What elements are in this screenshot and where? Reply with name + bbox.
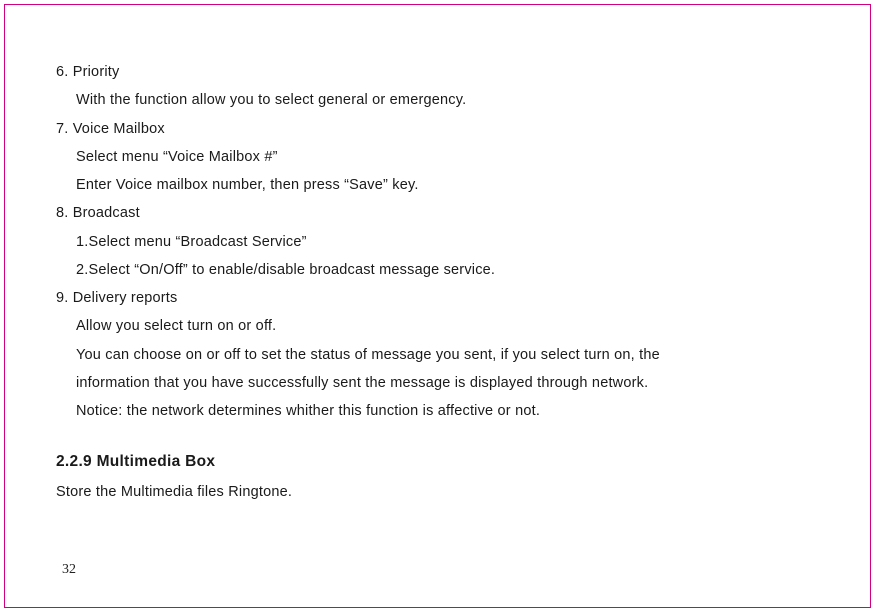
item-line: Select menu “Voice Mailbox #” (56, 143, 835, 171)
item-line: information that you have successfully s… (56, 369, 835, 397)
list-item: 8. Broadcast 1.Select menu “Broadcast Se… (56, 199, 835, 284)
section-heading: 2.2.9 Multimedia Box (56, 447, 835, 477)
item-line: Notice: the network determines whither t… (56, 397, 835, 425)
section-body: Store the Multimedia files Ringtone. (56, 478, 835, 506)
item-line: 2.Select “On/Off” to enable/disable broa… (56, 256, 835, 284)
item-header: 6. Priority (56, 58, 835, 86)
item-line: 1.Select menu “Broadcast Service” (56, 228, 835, 256)
page-number: 32 (62, 562, 76, 578)
item-header: 9. Delivery reports (56, 284, 835, 312)
item-line: Allow you select turn on or off. (56, 312, 835, 340)
item-title: Broadcast (73, 205, 140, 221)
item-title: Delivery reports (73, 290, 178, 306)
item-header: 7. Voice Mailbox (56, 115, 835, 143)
item-line: With the function allow you to select ge… (56, 86, 835, 114)
item-line: Enter Voice mailbox number, then press “… (56, 171, 835, 199)
list-item: 6. Priority With the function allow you … (56, 58, 835, 115)
document-content: 6. Priority With the function allow you … (56, 58, 835, 506)
list-item: 9. Delivery reports Allow you select tur… (56, 284, 835, 425)
item-line: You can choose on or off to set the stat… (56, 341, 835, 369)
item-title: Priority (73, 64, 120, 80)
item-title: Voice Mailbox (73, 121, 165, 137)
list-item: 7. Voice Mailbox Select menu “Voice Mail… (56, 115, 835, 200)
item-header: 8. Broadcast (56, 199, 835, 227)
